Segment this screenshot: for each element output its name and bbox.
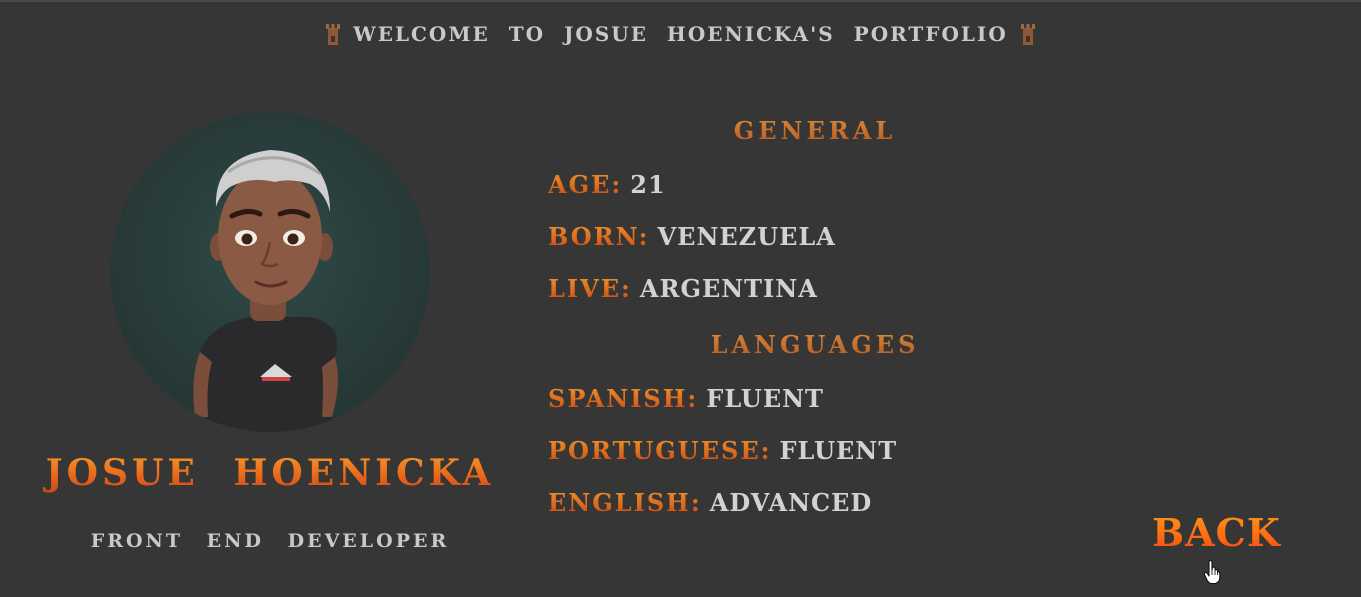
language-label: ENGLISH: xyxy=(548,488,702,517)
top-border xyxy=(0,0,1361,2)
language-row-spanish: SPANISH: FLUENT xyxy=(548,384,824,413)
info-row-live: LIVE: ARGENTINA xyxy=(548,274,818,303)
general-section-title: GENERAL xyxy=(548,116,1082,145)
language-label: SPANISH: xyxy=(548,384,699,413)
info-label: AGE: xyxy=(548,170,623,199)
language-value: ADVANCED xyxy=(709,488,873,517)
info-value: ARGENTINA xyxy=(639,274,818,303)
language-value: FLUENT xyxy=(779,436,898,465)
avatar xyxy=(110,112,430,432)
info-label: LIVE: xyxy=(548,274,632,303)
info-row-born: BORN: VENEZUELA xyxy=(548,222,836,251)
languages-section-title: LANGUAGES xyxy=(548,330,1082,359)
info-label: BORN: xyxy=(548,222,650,251)
profile-role: FRONT END DEVELOPER xyxy=(90,530,450,552)
profile-name: JOSUE HOENICKA xyxy=(30,452,510,494)
welcome-header: WELCOME TO JOSUE HOENICKA'S PORTFOLIO xyxy=(0,22,1361,46)
language-row-portuguese: PORTUGUESE: FLUENT xyxy=(548,436,897,465)
welcome-text: WELCOME TO JOSUE HOENICKA'S PORTFOLIO xyxy=(353,22,1008,46)
tower-icon xyxy=(325,22,341,46)
avatar-illustration xyxy=(193,150,338,432)
info-row-age: AGE: 21 xyxy=(548,170,666,199)
language-row-english: ENGLISH: ADVANCED xyxy=(548,488,872,517)
back-button[interactable]: BACK xyxy=(1152,510,1281,555)
hand-pointer-icon xyxy=(1203,559,1221,585)
info-value: VENEZUELA xyxy=(657,222,836,251)
tower-icon xyxy=(1020,22,1036,46)
language-value: FLUENT xyxy=(706,384,824,413)
info-value: 21 xyxy=(630,170,666,199)
language-label: PORTUGUESE: xyxy=(548,436,772,465)
